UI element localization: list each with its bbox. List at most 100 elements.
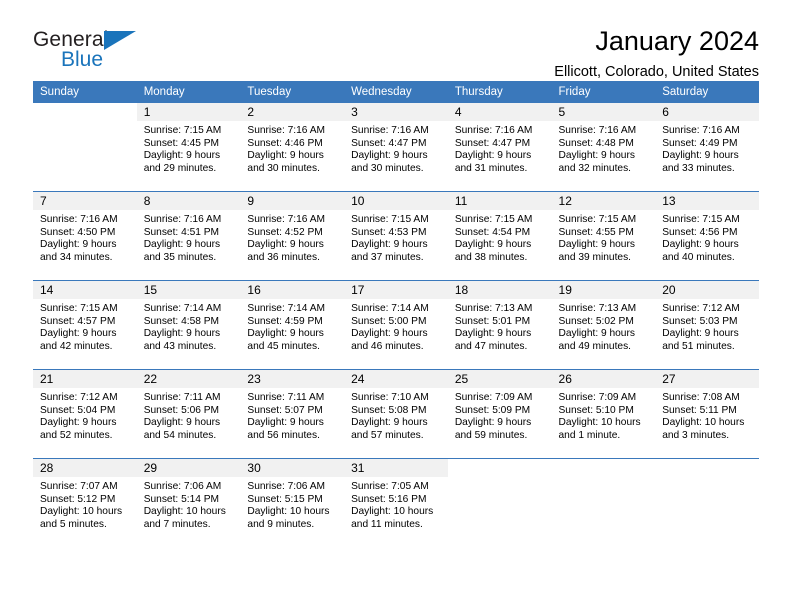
day-cell-inner: 26 Sunrise: 7:09 AM Sunset: 5:10 PM Dayligh… (551, 370, 656, 458)
day-number: 12 (551, 192, 656, 210)
day-sunset-text: Sunset: 5:02 PM (558, 315, 634, 327)
day-details (448, 477, 552, 481)
calendar-day-cell[interactable]: 1 Sunrise: 7:15 AM Sunset: 4:45 PM Daylight… (136, 103, 241, 192)
calendar-day-cell[interactable]: 22 Sunrise: 7:11 AM Sunset: 5:06 PM Dayligh… (136, 369, 241, 459)
day-cell-inner: 10 Sunrise: 7:15 AM Sunset: 4:53 PM Dayligh… (344, 192, 448, 280)
logo[interactable]: General Blue (33, 26, 143, 72)
day-sunrise-text: Sunrise: 7:07 AM (40, 481, 118, 492)
day-details: Sunrise: 7:14 AM Sunset: 5:00 PM Daylight:… (344, 299, 448, 353)
calendar-day-cell[interactable]: 27 Sunrise: 7:08 AM Sunset: 5:11 PM Dayligh… (655, 369, 759, 459)
day-daylight-line1-text: Daylight: 9 hours (351, 328, 428, 340)
day-sunset-text: Sunset: 5:07 PM (247, 404, 323, 416)
day-daylight-line1-text: Daylight: 9 hours (662, 239, 739, 251)
calendar-day-cell[interactable]: 7 Sunrise: 7:16 AM Sunset: 4:50 PM Daylight… (33, 191, 137, 281)
day-cell-inner: 11 Sunrise: 7:15 AM Sunset: 4:54 PM Dayligh… (447, 192, 552, 280)
calendar-day-cell[interactable]: 25 Sunrise: 7:09 AM Sunset: 5:09 PM Dayligh… (447, 369, 552, 459)
day-sunset-text: Sunset: 5:06 PM (143, 404, 220, 416)
calendar-day-cell[interactable]: 19 Sunrise: 7:13 AM Sunset: 5:02 PM Dayligh… (551, 280, 656, 370)
calendar-day-cell[interactable]: 18 Sunrise: 7:13 AM Sunset: 5:01 PM Dayligh… (447, 280, 552, 370)
day-cell-inner: 14 Sunrise: 7:15 AM Sunset: 4:57 PM Dayligh… (33, 281, 137, 369)
calendar-day-cell[interactable]: 14 Sunrise: 7:15 AM Sunset: 4:57 PM Dayligh… (33, 280, 137, 370)
day-details: Sunrise: 7:16 AM Sunset: 4:47 PM Daylight:… (344, 121, 448, 175)
calendar-week-row: 21 Sunrise: 7:12 AM Sunset: 5:04 PM Dayligh… (33, 369, 759, 459)
calendar-day-cell[interactable]: 2 Sunrise: 7:16 AM Sunset: 4:46 PM Daylight… (240, 103, 345, 192)
day-details: Sunrise: 7:15 AM Sunset: 4:55 PM Daylight:… (552, 210, 656, 264)
day-details: Sunrise: 7:16 AM Sunset: 4:51 PM Daylight:… (137, 210, 241, 264)
calendar-day-cell[interactable]: 20 Sunrise: 7:12 AM Sunset: 5:03 PM Dayligh… (655, 280, 759, 370)
calendar-day-cell[interactable]: 29 Sunrise: 7:06 AM Sunset: 5:14 PM Dayligh… (136, 458, 241, 547)
day-daylight-line1-text: Daylight: 9 hours (143, 239, 221, 251)
calendar-day-cell[interactable]: 10 Sunrise: 7:15 AM Sunset: 4:53 PM Dayligh… (344, 191, 448, 281)
day-details: Sunrise: 7:11 AM Sunset: 5:06 PM Daylight:… (137, 388, 241, 442)
calendar-day-cell (551, 458, 656, 547)
day-cell-inner: 4 Sunrise: 7:16 AM Sunset: 4:47 PM Daylight… (447, 103, 552, 191)
day-daylight-line2-text: and 54 minutes. (143, 429, 217, 441)
day-daylight-line2-text: and 31 minutes. (454, 162, 528, 174)
day-cell-inner: 28 Sunrise: 7:07 AM Sunset: 5:12 PM Dayligh… (33, 459, 137, 547)
day-sunrise-text: Sunrise: 7:16 AM (40, 214, 118, 225)
day-cell-inner: 12 Sunrise: 7:15 AM Sunset: 4:55 PM Dayligh… (551, 192, 656, 280)
day-cell-inner: 20 Sunrise: 7:12 AM Sunset: 5:03 PM Dayligh… (655, 281, 759, 369)
day-cell-inner: 17 Sunrise: 7:14 AM Sunset: 5:00 PM Dayligh… (344, 281, 448, 369)
calendar-day-cell[interactable]: 13 Sunrise: 7:15 AM Sunset: 4:56 PM Dayligh… (655, 191, 759, 281)
day-daylight-line1-text: Daylight: 9 hours (247, 239, 324, 251)
day-sunrise-text: Sunrise: 7:16 AM (247, 214, 325, 225)
calendar-week-row: 14 Sunrise: 7:15 AM Sunset: 4:57 PM Dayligh… (33, 280, 759, 370)
calendar-day-cell[interactable]: 21 Sunrise: 7:12 AM Sunset: 5:04 PM Dayligh… (33, 369, 137, 459)
day-daylight-line2-text: and 3 minutes. (662, 429, 730, 441)
day-sunset-text: Sunset: 5:11 PM (662, 404, 737, 416)
calendar-day-cell[interactable]: 23 Sunrise: 7:11 AM Sunset: 5:07 PM Dayligh… (240, 369, 345, 459)
calendar-day-cell[interactable]: 15 Sunrise: 7:14 AM Sunset: 4:58 PM Dayligh… (136, 280, 241, 370)
day-cell-inner: 2 Sunrise: 7:16 AM Sunset: 4:46 PM Daylight… (240, 103, 345, 191)
day-sunrise-text: Sunrise: 7:14 AM (143, 303, 222, 314)
calendar-day-cell[interactable]: 8 Sunrise: 7:16 AM Sunset: 4:51 PM Daylight… (136, 191, 241, 281)
day-sunset-text: Sunset: 4:50 PM (40, 226, 116, 238)
day-daylight-line2-text: and 30 minutes. (351, 162, 424, 174)
calendar-day-cell[interactable]: 4 Sunrise: 7:16 AM Sunset: 4:47 PM Daylight… (447, 103, 552, 192)
calendar-day-cell[interactable]: 30 Sunrise: 7:06 AM Sunset: 5:15 PM Dayligh… (240, 458, 345, 547)
day-daylight-line1-text: Daylight: 10 hours (662, 417, 745, 429)
day-daylight-line2-text: and 5 minutes. (40, 518, 107, 530)
calendar-day-cell[interactable]: 16 Sunrise: 7:14 AM Sunset: 4:59 PM Dayligh… (240, 280, 345, 370)
calendar-day-cell[interactable]: 24 Sunrise: 7:10 AM Sunset: 5:08 PM Dayligh… (344, 369, 448, 459)
day-sunrise-text: Sunrise: 7:10 AM (351, 392, 429, 403)
day-daylight-line2-text: and 47 minutes. (454, 340, 528, 352)
day-details: Sunrise: 7:15 AM Sunset: 4:57 PM Daylight:… (33, 299, 137, 353)
day-number: 30 (240, 459, 345, 477)
day-number: 10 (344, 192, 448, 210)
day-number: 18 (447, 281, 552, 299)
day-number: 7 (33, 192, 137, 210)
calendar-day-cell[interactable]: 12 Sunrise: 7:15 AM Sunset: 4:55 PM Dayligh… (551, 191, 656, 281)
day-sunrise-text: Sunrise: 7:14 AM (351, 303, 429, 314)
calendar-day-cell[interactable]: 6 Sunrise: 7:16 AM Sunset: 4:49 PM Daylight… (655, 103, 759, 192)
calendar-day-cell[interactable]: 5 Sunrise: 7:16 AM Sunset: 4:48 PM Daylight… (551, 103, 656, 192)
calendar-day-cell[interactable]: 17 Sunrise: 7:14 AM Sunset: 5:00 PM Dayligh… (344, 280, 448, 370)
day-details: Sunrise: 7:07 AM Sunset: 5:12 PM Daylight:… (33, 477, 137, 531)
logo-text-blue: Blue (61, 48, 104, 71)
day-daylight-line1-text: Daylight: 9 hours (143, 328, 221, 340)
day-details: Sunrise: 7:05 AM Sunset: 5:16 PM Daylight:… (344, 477, 448, 531)
day-cell-inner: 15 Sunrise: 7:14 AM Sunset: 4:58 PM Dayligh… (136, 281, 241, 369)
day-number: 11 (447, 192, 552, 210)
day-daylight-line1-text: Daylight: 9 hours (143, 150, 221, 162)
calendar-day-cell[interactable]: 28 Sunrise: 7:07 AM Sunset: 5:12 PM Dayligh… (33, 458, 137, 547)
day-daylight-line2-text: and 57 minutes. (351, 429, 424, 441)
day-details: Sunrise: 7:12 AM Sunset: 5:03 PM Daylight:… (655, 299, 759, 353)
day-details: Sunrise: 7:15 AM Sunset: 4:54 PM Daylight:… (448, 210, 552, 264)
day-number (655, 459, 759, 477)
day-cell-inner: 29 Sunrise: 7:06 AM Sunset: 5:14 PM Dayligh… (136, 459, 241, 547)
day-daylight-line2-text: and 49 minutes. (558, 340, 632, 352)
day-cell-inner: 25 Sunrise: 7:09 AM Sunset: 5:09 PM Dayligh… (447, 370, 552, 458)
page-subtitle: Ellicott, Colorado, United States (554, 64, 759, 80)
day-details: Sunrise: 7:14 AM Sunset: 4:59 PM Daylight:… (240, 299, 344, 353)
calendar-day-cell[interactable]: 11 Sunrise: 7:15 AM Sunset: 4:54 PM Dayligh… (447, 191, 552, 281)
calendar-day-cell[interactable]: 26 Sunrise: 7:09 AM Sunset: 5:10 PM Dayligh… (551, 369, 656, 459)
day-details: Sunrise: 7:16 AM Sunset: 4:46 PM Daylight:… (240, 121, 344, 175)
day-sunrise-text: Sunrise: 7:11 AM (247, 392, 325, 403)
day-cell-inner: 7 Sunrise: 7:16 AM Sunset: 4:50 PM Daylight… (33, 192, 137, 280)
calendar-day-cell[interactable]: 9 Sunrise: 7:16 AM Sunset: 4:52 PM Daylight… (240, 191, 345, 281)
calendar-day-cell[interactable]: 3 Sunrise: 7:16 AM Sunset: 4:47 PM Daylight… (344, 103, 448, 192)
calendar-day-cell[interactable]: 31 Sunrise: 7:05 AM Sunset: 5:16 PM Dayligh… (344, 458, 448, 547)
day-daylight-line2-text: and 34 minutes. (40, 251, 113, 263)
day-sunset-text: Sunset: 4:56 PM (662, 226, 738, 238)
